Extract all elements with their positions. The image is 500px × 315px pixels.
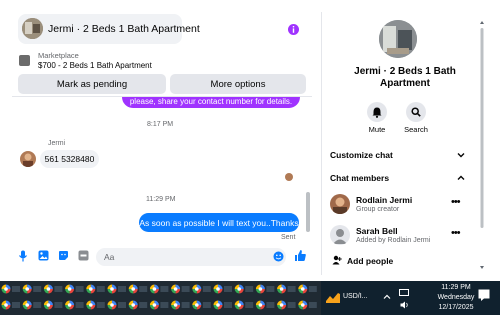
- taskbar-app-icon[interactable]: [43, 300, 63, 310]
- taskbar-app-icon[interactable]: [277, 284, 296, 294]
- taskbar-app-icon[interactable]: [192, 300, 211, 310]
- info-icon: [292, 26, 295, 33]
- emoji-icon[interactable]: [273, 251, 284, 262]
- member-name[interactable]: Sarah Bell: [356, 226, 398, 236]
- member-avatar[interactable]: [330, 194, 350, 214]
- incoming-message: 561 5328480: [40, 150, 99, 168]
- taskbar-app-icon[interactable]: [171, 284, 190, 294]
- search-label: Search: [404, 125, 428, 134]
- add-people-button[interactable]: Add people: [347, 256, 393, 266]
- taskbar-app-icon[interactable]: [128, 300, 148, 310]
- search-icon: [411, 107, 421, 117]
- conversation-avatar: [22, 18, 43, 39]
- clock-time[interactable]: 11:29 PM: [436, 284, 476, 291]
- taskbar-app-icon[interactable]: [171, 300, 190, 310]
- search-button[interactable]: [406, 102, 426, 122]
- taskbar-app-icon[interactable]: [1, 300, 21, 310]
- chevron-up-icon[interactable]: [457, 174, 465, 182]
- sender-avatar: [20, 151, 36, 167]
- outgoing-message-truncated: please, share your contact number for de…: [122, 97, 300, 108]
- taskbar-app-icon[interactable]: [149, 284, 169, 294]
- timestamp: 11:29 PM: [146, 196, 176, 203]
- like-icon[interactable]: [294, 249, 306, 262]
- timestamp: 8:17 PM: [147, 121, 174, 128]
- chat-members-row[interactable]: Chat members: [330, 173, 389, 183]
- taskbar-app-icon[interactable]: [149, 300, 169, 310]
- chevron-down-icon[interactable]: [457, 151, 465, 159]
- taskbar-app-icon[interactable]: [86, 284, 105, 294]
- taskbar-app-icon[interactable]: [65, 284, 84, 294]
- bell-icon: [372, 107, 382, 118]
- taskbar-app-icon[interactable]: [234, 300, 254, 310]
- clock-date: 12/17/2025: [438, 304, 474, 311]
- read-receipt-avatar: [285, 173, 293, 181]
- member-avatar[interactable]: [330, 225, 350, 245]
- sender-name: Jermi: [48, 140, 66, 147]
- message-input[interactable]: [96, 248, 286, 266]
- microphone-icon[interactable]: [18, 250, 28, 262]
- taskbar-app-icon[interactable]: [43, 284, 63, 294]
- listing-thumbnail: [19, 55, 30, 66]
- taskbar-app-icon[interactable]: [65, 300, 84, 310]
- taskbar-app-icon[interactable]: [213, 284, 233, 294]
- clock-day: Wednesday: [437, 294, 475, 301]
- add-people-icon[interactable]: [332, 255, 342, 265]
- panel-title: Jermi · 2 Beds 1 Bath Apartment: [354, 66, 456, 89]
- mute-button[interactable]: [367, 102, 387, 122]
- taskbar-app-icons[interactable]: [0, 283, 318, 313]
- taskbar-app-icon[interactable]: [192, 284, 211, 294]
- group-avatar: [379, 20, 417, 58]
- member-name[interactable]: Rodlain Jermi: [356, 195, 412, 205]
- network-icon[interactable]: [399, 289, 409, 297]
- taskbar-app-icon[interactable]: [255, 284, 275, 294]
- mute-label: Mute: [368, 125, 386, 134]
- member-role: Group creator: [356, 206, 400, 213]
- taskbar-app-icon[interactable]: [107, 284, 127, 294]
- taskbar-app-icon[interactable]: [234, 284, 254, 294]
- sticker-icon[interactable]: [58, 250, 69, 261]
- taskbar-app-icon[interactable]: [298, 300, 317, 310]
- outgoing-message: As soon as possible I will text you..Tha…: [139, 213, 299, 232]
- more-options-button[interactable]: More options: [170, 74, 306, 94]
- taskbar-app-icon[interactable]: [1, 284, 21, 294]
- gif-icon[interactable]: [78, 250, 89, 261]
- marketplace-label: Marketplace: [38, 51, 79, 60]
- listing-price-title[interactable]: $700 - 2 Beds 1 Bath Apartment: [38, 61, 152, 70]
- customize-chat-row[interactable]: Customize chat: [330, 150, 393, 160]
- conversation-title: Jermi · 2 Beds 1 Bath Apartment: [48, 23, 200, 35]
- taskbar-app-icon[interactable]: [107, 300, 127, 310]
- info-button[interactable]: [288, 24, 299, 35]
- photo-icon[interactable]: [38, 250, 49, 261]
- chat-scrollbar[interactable]: [306, 192, 310, 232]
- stocks-widget-icon[interactable]: [326, 293, 340, 303]
- stocks-ticker[interactable]: USD/I...: [343, 293, 368, 300]
- member-options-icon[interactable]: •••: [451, 196, 461, 208]
- taskbar-app-icon[interactable]: [298, 284, 317, 294]
- message-status: Sent: [281, 234, 296, 241]
- taskbar-app-icon[interactable]: [213, 300, 233, 310]
- chevron-up-icon[interactable]: [383, 293, 391, 301]
- message-input-placeholder: Aa: [104, 252, 115, 262]
- taskbar-app-icon[interactable]: [255, 300, 275, 310]
- member-options-icon[interactable]: •••: [451, 227, 461, 239]
- taskbar-app-icon[interactable]: [22, 300, 42, 310]
- taskbar-app-icon[interactable]: [86, 300, 105, 310]
- taskbar-app-icon[interactable]: [277, 300, 296, 310]
- taskbar-app-icon[interactable]: [22, 284, 42, 294]
- notification-icon[interactable]: [478, 289, 490, 301]
- panel-scrollbar[interactable]: [479, 20, 485, 270]
- volume-icon[interactable]: [400, 301, 410, 309]
- mark-as-pending-button[interactable]: Mark as pending: [18, 74, 166, 94]
- taskbar-app-icon[interactable]: [128, 284, 148, 294]
- member-role: Added by Rodlain Jermi: [356, 237, 431, 244]
